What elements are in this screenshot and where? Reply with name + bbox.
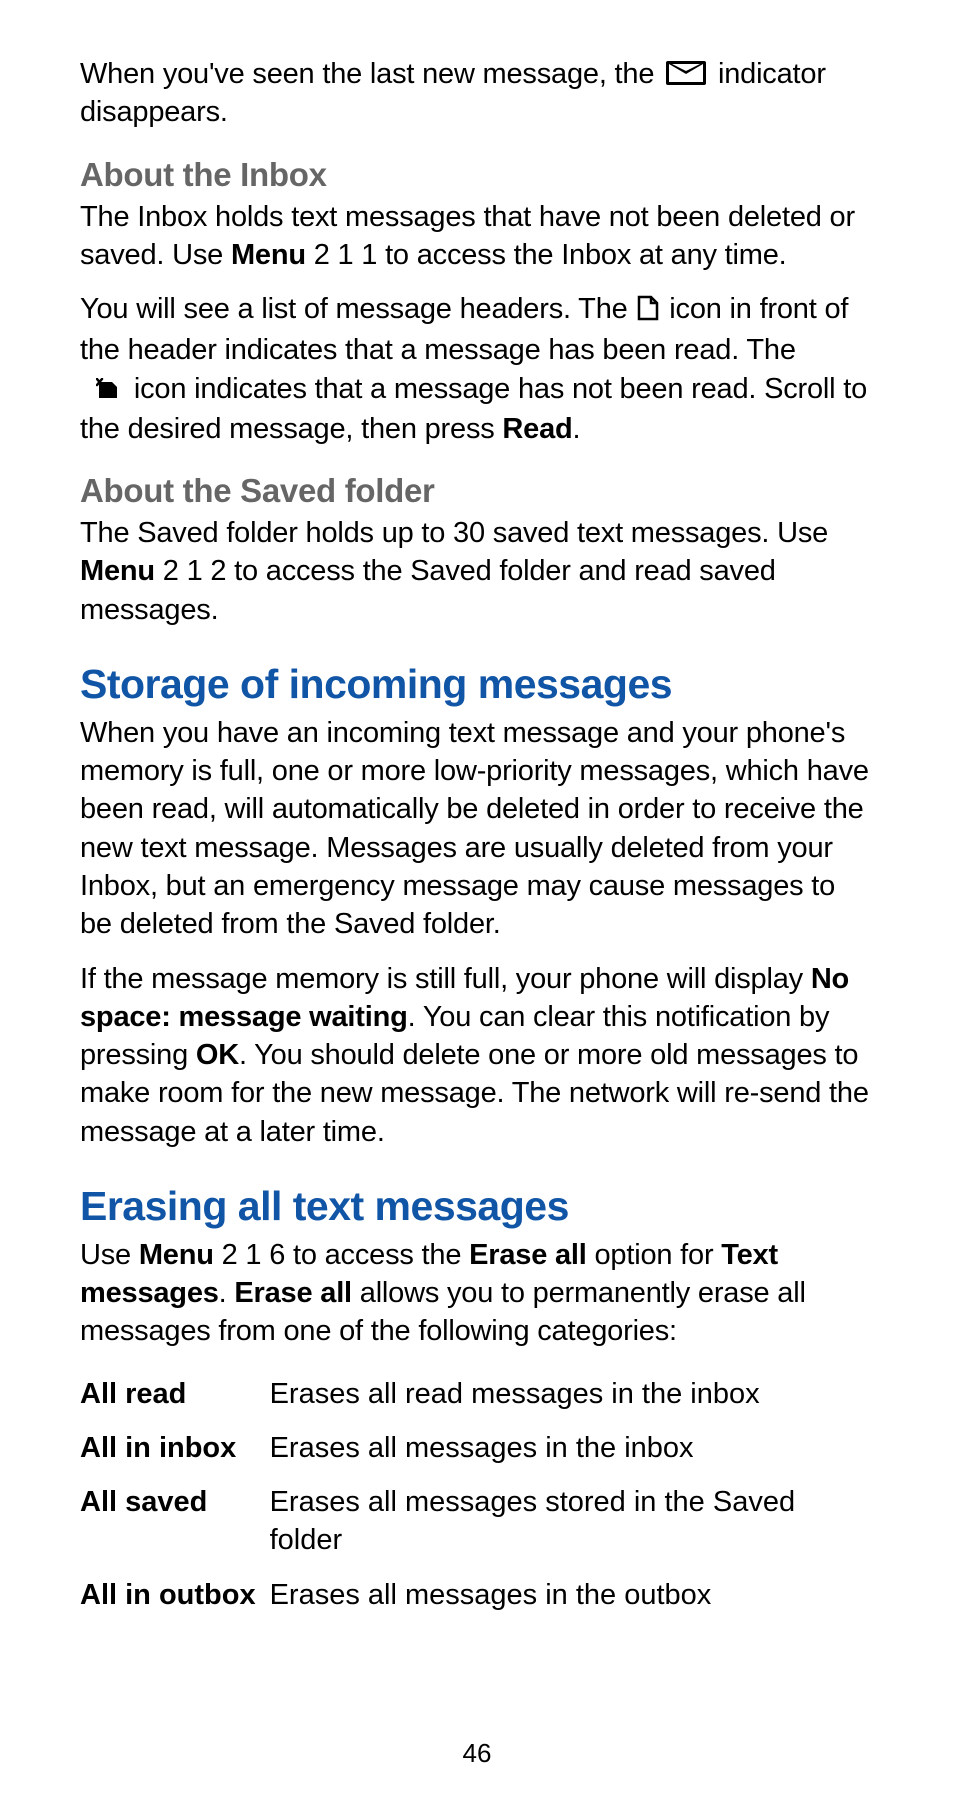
text: 2 1 2 to access the Saved folder and rea… (80, 555, 776, 625)
intro-paragraph: When you've seen the last new message, t… (80, 55, 874, 132)
ok-label: OK (196, 1039, 239, 1071)
text: . (219, 1277, 235, 1309)
menu-label: Menu (139, 1239, 214, 1271)
storage-heading: Storage of incoming messages (80, 661, 874, 708)
erase-option-label: All in outbox (80, 1579, 256, 1611)
erase-option-label: All saved (80, 1486, 207, 1518)
envelope-icon (666, 61, 706, 85)
about-inbox-p1: The Inbox holds text messages that have … (80, 198, 874, 275)
text: The Saved folder holds up to 30 saved te… (80, 517, 828, 549)
page-read-icon (637, 293, 659, 331)
text: option for (587, 1239, 722, 1271)
menu-label: Menu (80, 555, 155, 587)
about-saved-heading: About the Saved folder (80, 472, 874, 510)
erase-option-desc: Erases all messages in the inbox (270, 1421, 874, 1475)
text: When you've seen the last new message, t… (80, 58, 662, 90)
text: 2 1 1 to access the Inbox at any time. (306, 239, 787, 271)
table-row: All in inbox Erases all messages in the … (80, 1421, 874, 1475)
table-row: All in outbox Erases all messages in the… (80, 1568, 874, 1622)
erase-all-label: Erase all (234, 1277, 352, 1309)
storage-p1: When you have an incoming text message a… (80, 714, 874, 944)
storage-p2: If the message memory is still full, you… (80, 960, 874, 1151)
manual-page: When you've seen the last new message, t… (0, 0, 954, 1803)
about-saved-p: The Saved folder holds up to 30 saved te… (80, 514, 874, 629)
about-inbox-p2: You will see a list of message headers. … (80, 290, 874, 448)
table-row: All saved Erases all messages stored in … (80, 1475, 874, 1568)
text: 2 1 6 to access the (214, 1239, 469, 1271)
erase-option-desc: Erases all messages in the outbox (270, 1568, 874, 1622)
text: If the message memory is still full, you… (80, 963, 811, 995)
erase-option-desc: Erases all read messages in the inbox (270, 1367, 874, 1421)
page-number: 46 (0, 1738, 954, 1769)
text: icon indicates that a message has not be… (80, 373, 867, 445)
text: Use (80, 1239, 139, 1271)
text: . (573, 413, 581, 445)
table-row: All read Erases all read messages in the… (80, 1367, 874, 1421)
about-inbox-heading: About the Inbox (80, 156, 874, 194)
erase-option-label: All in inbox (80, 1432, 236, 1464)
erase-all-label: Erase all (469, 1239, 587, 1271)
erasing-p: Use Menu 2 1 6 to access the Erase all o… (80, 1236, 874, 1351)
erase-option-label: All read (80, 1378, 186, 1410)
read-label: Read (502, 413, 572, 445)
erase-options-table: All read Erases all read messages in the… (80, 1367, 874, 1622)
text: You will see a list of message headers. … (80, 293, 635, 325)
erase-option-desc: Erases all messages stored in the Saved … (270, 1475, 874, 1568)
page-unread-icon (96, 372, 120, 410)
erasing-heading: Erasing all text messages (80, 1183, 874, 1230)
menu-label: Menu (231, 239, 306, 271)
